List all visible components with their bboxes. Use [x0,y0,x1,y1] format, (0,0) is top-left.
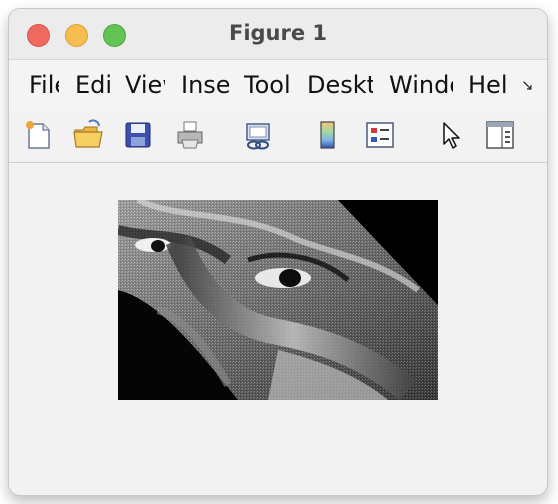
menu-bar: File Edit View Insert Tools Desktop Wind… [9,59,547,111]
colorbar-icon[interactable] [311,118,345,152]
legend-icon[interactable] [363,118,397,152]
menu-file[interactable]: File [29,70,59,100]
link-plot-icon[interactable] [241,118,275,152]
menu-window[interactable]: Window [389,70,453,100]
toolbar [9,110,547,163]
save-disk-icon[interactable] [121,118,155,152]
menu-edit[interactable]: Edit [75,70,111,100]
menu-desktop[interactable]: Desktop [307,70,373,100]
panel-icon[interactable] [483,118,517,152]
face-image [118,200,438,400]
figure-image [118,200,438,400]
pointer-arrow-icon[interactable] [435,118,469,152]
new-document-icon[interactable] [21,118,55,152]
title-bar: Figure 1 [9,9,547,59]
menu-help[interactable]: Help [468,70,508,100]
menu-tools[interactable]: Tools [244,70,292,100]
menu-insert[interactable]: Insert [181,70,229,100]
menu-view[interactable]: View [125,70,165,100]
window-title: Figure 1 [228,21,328,45]
open-folder-icon[interactable] [71,118,105,152]
overflow-arrow-icon[interactable]: ↘ [521,76,534,94]
printer-icon[interactable] [173,118,207,152]
figure-window: Figure 1 File Edit View Insert Tools Des… [8,8,548,496]
